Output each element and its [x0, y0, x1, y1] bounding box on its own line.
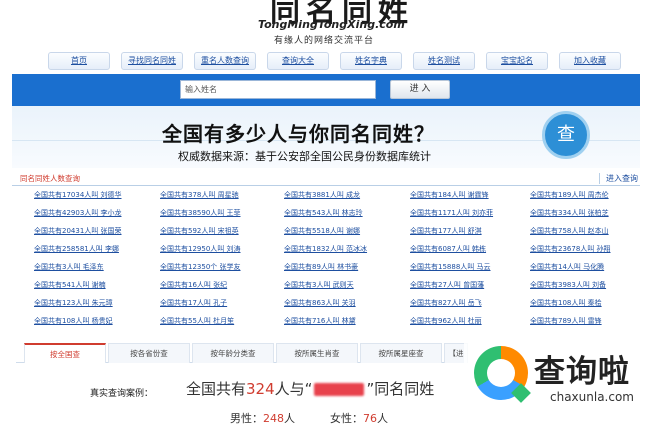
case-suffix: ”同名同姓 — [366, 380, 435, 398]
banner-title: 全国有多少人与你同名同姓？ — [162, 122, 435, 146]
female-number: 76 — [363, 412, 377, 425]
name-count-link[interactable]: 全国共有6087人叫 韩栋 — [410, 244, 528, 255]
name-count-link[interactable]: 全国共有17人叫 孔子 — [160, 298, 278, 309]
name-count-link[interactable]: 全国共有177人叫 舒淇 — [410, 226, 528, 237]
banner-subtitle: 权威数据来源：基于公安部全国公民身份数据库统计 — [178, 150, 431, 163]
nav-add-favorite[interactable]: 加入收藏 — [559, 52, 621, 70]
tab-by-zodiac[interactable]: 按所属生肖查 — [276, 343, 358, 363]
case-label: 真实查询案例： — [90, 389, 154, 399]
watermark-url: chaxunla.com — [550, 390, 634, 404]
redacted-name — [314, 383, 365, 396]
search-enter-button[interactable]: 进 入 — [390, 80, 450, 99]
query-section: 同名同姓人数查询 进入查询 全国共有17034人叫 刘德华 全国共有378人叫 周… — [12, 170, 640, 336]
name-count-link[interactable]: 全国共有258581人叫 李娜 — [34, 244, 152, 255]
tab-by-province[interactable]: 按各省份查 — [108, 343, 190, 363]
query-result: 真实查询案例： 全国共有324人与“ ”同名同姓 男性：248人 女性：76人 — [16, 364, 468, 431]
name-count-link[interactable]: 全国共有27人叫 曾国藩 — [410, 280, 528, 291]
nav-query-directory[interactable]: 查询大全 — [267, 52, 329, 70]
hero-banner: 全国有多少人与你同名同姓？ 权威数据来源：基于公安部全国公民身份数据库统计 查 — [12, 106, 640, 168]
name-count-link[interactable]: 全国共有16人叫 张纪 — [160, 280, 278, 291]
name-count-link[interactable]: 全国共有378人叫 周星驰 — [160, 190, 278, 201]
name-count-link[interactable]: 全国共有108人叫 杨贵妃 — [34, 316, 152, 327]
name-count-link[interactable]: 全国共有55人叫 杜月笙 — [160, 316, 278, 327]
name-count-link[interactable]: 全国共有17034人叫 刘德华 — [34, 190, 152, 201]
name-count-link[interactable]: 全国共有14人叫 马化腾 — [530, 262, 647, 273]
name-count-link[interactable]: 全国共有3人叫 毛泽东 — [34, 262, 152, 273]
case-count: 324 — [246, 380, 275, 398]
case-sentence: 全国共有324人与“ ”同名同姓 — [186, 378, 434, 399]
site-slogan: 有缘人的网络交流平台 — [274, 36, 375, 46]
name-count-link[interactable]: 全国共有20431人叫 张国荣 — [34, 226, 152, 237]
query-section-header: 同名同姓人数查询 进入查询 — [12, 170, 640, 186]
name-count-link[interactable]: 全国共有123人叫 朱元璋 — [34, 298, 152, 309]
search-badge-icon[interactable]: 查 — [542, 111, 590, 159]
nav-home[interactable]: 首页 — [48, 52, 110, 70]
name-count-link[interactable]: 全国共有108人叫 秦桧 — [530, 298, 647, 309]
watermark-title: 查询啦 — [534, 354, 630, 390]
name-count-link[interactable]: 全国共有42903人叫 李小龙 — [34, 208, 152, 219]
name-count-link[interactable]: 全国共有12350个 张学友 — [160, 262, 278, 273]
female-unit: 人 — [377, 412, 388, 425]
site-domain: TongMingTongXing.com — [258, 18, 405, 31]
female-label: 女性： — [330, 412, 363, 425]
name-count-link[interactable]: 全国共有3881人叫 成龙 — [284, 190, 402, 201]
name-count-link[interactable]: 全国共有189人叫 周杰伦 — [530, 190, 647, 201]
site-header: 同名同姓 TongMingTongXing.com 有缘人的网络交流平台 — [0, 0, 647, 50]
name-count-link[interactable]: 全国共有3人叫 武则天 — [284, 280, 402, 291]
page: 同名同姓 TongMingTongXing.com 有缘人的网络交流平台 首页 … — [0, 0, 647, 431]
enter-query-link[interactable]: 进入查询 — [599, 173, 638, 184]
nav-find-same-name[interactable]: 寻找同名同姓 — [121, 52, 183, 70]
name-count-link[interactable]: 全国共有789人叫 雷锋 — [530, 316, 647, 327]
name-count-link[interactable]: 全国共有827人叫 岳飞 — [410, 298, 528, 309]
tab-by-age[interactable]: 按年龄分类查 — [192, 343, 274, 363]
name-count-link[interactable]: 全国共有758人叫 赵本山 — [530, 226, 647, 237]
query-section-title: 同名同姓人数查询 — [20, 174, 80, 183]
female-count: 女性：76人 — [330, 410, 388, 426]
search-bar: 输入姓名 进 入 — [12, 74, 640, 106]
name-count-link[interactable]: 全国共有23678人叫 孙翔 — [530, 244, 647, 255]
filter-tabs: 按全国查 按各省份查 按年龄分类查 按所属生肖查 按所属星座查 【进 — [16, 341, 468, 363]
name-count-grid: 全国共有17034人叫 刘德华 全国共有378人叫 周星驰 全国共有3881人叫 成… — [12, 190, 640, 336]
nav-baby-naming[interactable]: 宝宝起名 — [486, 52, 548, 70]
name-count-link[interactable]: 全国共有15888人叫 马云 — [410, 262, 528, 273]
name-count-link[interactable]: 全国共有1171人叫 刘亦菲 — [410, 208, 528, 219]
name-count-link[interactable]: 全国共有541人叫 谢楠 — [34, 280, 152, 291]
male-count: 男性：248人 — [230, 410, 295, 426]
name-count-link[interactable]: 全国共有863人叫 关羽 — [284, 298, 402, 309]
male-number: 248 — [263, 412, 284, 425]
name-count-link[interactable]: 全国共有716人叫 林黛 — [284, 316, 402, 327]
name-count-link[interactable]: 全国共有334人叫 张柏芝 — [530, 208, 647, 219]
nav-name-test[interactable]: 姓名测试 — [413, 52, 475, 70]
tab-national[interactable]: 按全国查 — [24, 343, 106, 363]
name-count-link[interactable]: 全国共有184人叫 谢霆锋 — [410, 190, 528, 201]
male-unit: 人 — [284, 412, 295, 425]
nav-name-count-query[interactable]: 重名人数查询 — [194, 52, 256, 70]
name-count-link[interactable]: 全国共有543人叫 林志玲 — [284, 208, 402, 219]
name-count-link[interactable]: 全国共有89人叫 林书豪 — [284, 262, 402, 273]
top-nav: 首页 寻找同名同姓 重名人数查询 查询大全 姓名字典 姓名测试 宝宝起名 加入收… — [18, 50, 630, 72]
nav-name-dictionary[interactable]: 姓名字典 — [340, 52, 402, 70]
tab-by-constellation[interactable]: 按所属星座查 — [360, 343, 442, 363]
name-count-link[interactable]: 全国共有3983人叫 刘备 — [530, 280, 647, 291]
name-count-link[interactable]: 全国共有1832人叫 范冰冰 — [284, 244, 402, 255]
case-mid: 人与“ — [274, 380, 313, 398]
watermark-logo: 查询啦 chaxunla.com — [464, 332, 647, 431]
name-count-link[interactable]: 全国共有5518人叫 谢娜 — [284, 226, 402, 237]
watermark-q-hole — [487, 359, 515, 387]
name-count-link[interactable]: 全国共有962人叫 杜丽 — [410, 316, 528, 327]
male-label: 男性： — [230, 412, 263, 425]
name-count-link[interactable]: 全国共有592人叫 宋祖英 — [160, 226, 278, 237]
name-count-link[interactable]: 全国共有38590人叫 王菲 — [160, 208, 278, 219]
name-count-link[interactable]: 全国共有12950人叫 刘涛 — [160, 244, 278, 255]
search-input[interactable]: 输入姓名 — [180, 80, 376, 99]
case-prefix: 全国共有 — [186, 380, 247, 398]
